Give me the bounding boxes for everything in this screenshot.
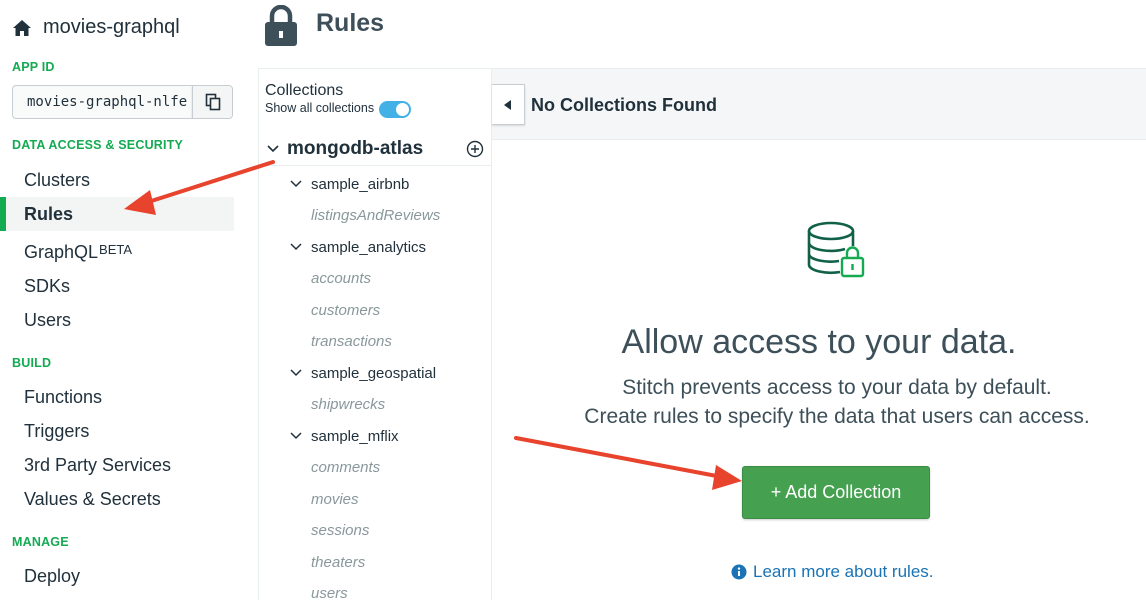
- sidebar-item-label: Values & Secrets: [24, 488, 161, 509]
- main-toolbar: No Collections Found: [492, 68, 1146, 140]
- database-lock-icon: [807, 221, 865, 278]
- add-collection-button[interactable]: + Add Collection: [742, 466, 930, 519]
- show-all-collections-toggle[interactable]: [379, 101, 411, 118]
- tree-database[interactable]: sample_geospatial: [259, 358, 492, 388]
- sidebar-item-values-secrets[interactable]: Values & Secrets: [0, 482, 234, 516]
- learn-more-link[interactable]: Learn more about rules.: [731, 562, 934, 582]
- sidebar-item-graphql[interactable]: GraphQL BETA: [0, 235, 234, 269]
- collection-name: users: [311, 584, 348, 600]
- database-name: sample_airbnb: [311, 175, 410, 193]
- tree-collection[interactable]: accounts: [259, 263, 492, 293]
- collection-name: customers: [311, 301, 381, 319]
- collection-name: sessions: [311, 521, 370, 539]
- lock-icon: [265, 5, 297, 46]
- chevron-down-icon: [267, 145, 279, 153]
- section-data-access: DATA ACCESS & SECURITY: [12, 138, 184, 152]
- collection-name: accounts: [311, 269, 372, 287]
- sidebar-item-label: Functions: [24, 386, 103, 407]
- sidebar-item-sdks[interactable]: SDKs: [0, 269, 234, 303]
- tree-collection[interactable]: sessions: [259, 515, 492, 545]
- section-manage: MANAGE: [12, 535, 69, 549]
- tree-collection[interactable]: movies: [259, 484, 492, 514]
- collection-name: comments: [311, 458, 381, 476]
- tree-collection[interactable]: comments: [259, 452, 492, 482]
- chevron-down-icon: [290, 369, 302, 377]
- sidebar-item-label: Triggers: [24, 420, 90, 441]
- sidebar-item-label: Rules: [24, 203, 74, 224]
- empty-state-title: Allow access to your data.: [621, 323, 1017, 361]
- collections-panel: Collections Show all collections mongodb…: [258, 68, 492, 600]
- tree-collection[interactable]: shipwrecks: [259, 389, 492, 419]
- tree-collection[interactable]: customers: [259, 295, 492, 325]
- caret-left-icon: [504, 99, 511, 110]
- sidebar-item-users[interactable]: Users: [0, 303, 234, 337]
- tree-database[interactable]: sample_mflix: [259, 421, 492, 451]
- tree-collection[interactable]: theaters: [259, 547, 492, 577]
- section-build: BUILD: [12, 356, 52, 370]
- page-title: Rules: [316, 9, 385, 37]
- beta-badge: BETA: [99, 241, 133, 257]
- learn-more-text: Learn more about rules.: [753, 562, 934, 581]
- tree-database[interactable]: sample_airbnb: [259, 169, 492, 199]
- collection-name: shipwrecks: [311, 395, 386, 413]
- empty-state-line-2: Create rules to specify the data that us…: [584, 405, 1090, 428]
- sidebar-item-triggers[interactable]: Triggers: [0, 414, 234, 448]
- sidebar-item-clusters[interactable]: Clusters: [0, 163, 234, 197]
- sidebar-item-label: Users: [24, 309, 72, 330]
- collection-name: movies: [311, 490, 359, 508]
- tree-collection[interactable]: transactions: [259, 326, 492, 356]
- app-id-value: movies-graphql-nlfe: [27, 94, 188, 110]
- app-title[interactable]: movies-graphql: [12, 16, 180, 39]
- sidebar: movies-graphql APP ID movies-graphql-nlf…: [0, 0, 246, 600]
- show-all-collections-label: Show all collections: [265, 101, 375, 115]
- copy-app-id-button[interactable]: [192, 86, 232, 118]
- collection-name: listingsAndReviews: [311, 206, 441, 224]
- collection-name: transactions: [311, 332, 392, 350]
- sidebar-item-label: 3rd Party Services: [24, 454, 172, 475]
- app-name: movies-graphql: [43, 16, 180, 38]
- chevron-down-icon: [290, 432, 302, 440]
- add-circle-icon[interactable]: [466, 140, 484, 158]
- copy-icon: [205, 93, 220, 111]
- tree-collection[interactable]: listingsAndReviews: [259, 200, 492, 230]
- chevron-down-icon: [290, 243, 302, 251]
- sidebar-item-third-party-services[interactable]: 3rd Party Services: [0, 448, 234, 482]
- home-icon: [13, 19, 31, 36]
- app-id-label: APP ID: [12, 60, 55, 74]
- sidebar-item-deploy[interactable]: Deploy: [0, 559, 234, 593]
- sidebar-item-label: Clusters: [24, 169, 91, 190]
- sidebar-item-label: GraphQL: [24, 241, 99, 262]
- database-name: sample_analytics: [311, 238, 427, 256]
- app-id-field[interactable]: movies-graphql-nlfe: [12, 85, 233, 119]
- collections-title: Collections: [265, 82, 344, 99]
- sidebar-item-functions[interactable]: Functions: [0, 380, 234, 414]
- annotation-arrow-add-collection: [514, 436, 742, 490]
- info-icon: [731, 564, 747, 580]
- sidebar-item-rules[interactable]: Rules: [0, 197, 234, 231]
- empty-state-line-1: Stitch prevents access to your data by d…: [622, 376, 1052, 399]
- collection-name: theaters: [311, 553, 366, 571]
- tree-collection[interactable]: users: [259, 578, 492, 600]
- collapse-panel-button[interactable]: [492, 84, 525, 125]
- sidebar-item-label: Deploy: [24, 565, 81, 586]
- database-name: sample_mflix: [311, 427, 399, 445]
- cluster-item[interactable]: mongodb-atlas: [259, 132, 492, 166]
- cluster-name: mongodb-atlas: [287, 137, 424, 159]
- tree-database[interactable]: sample_analytics: [259, 232, 492, 262]
- database-name: sample_geospatial: [311, 364, 437, 382]
- chevron-down-icon: [290, 180, 302, 188]
- sidebar-item-label: SDKs: [24, 275, 71, 296]
- no-collections-title: No Collections Found: [531, 95, 717, 115]
